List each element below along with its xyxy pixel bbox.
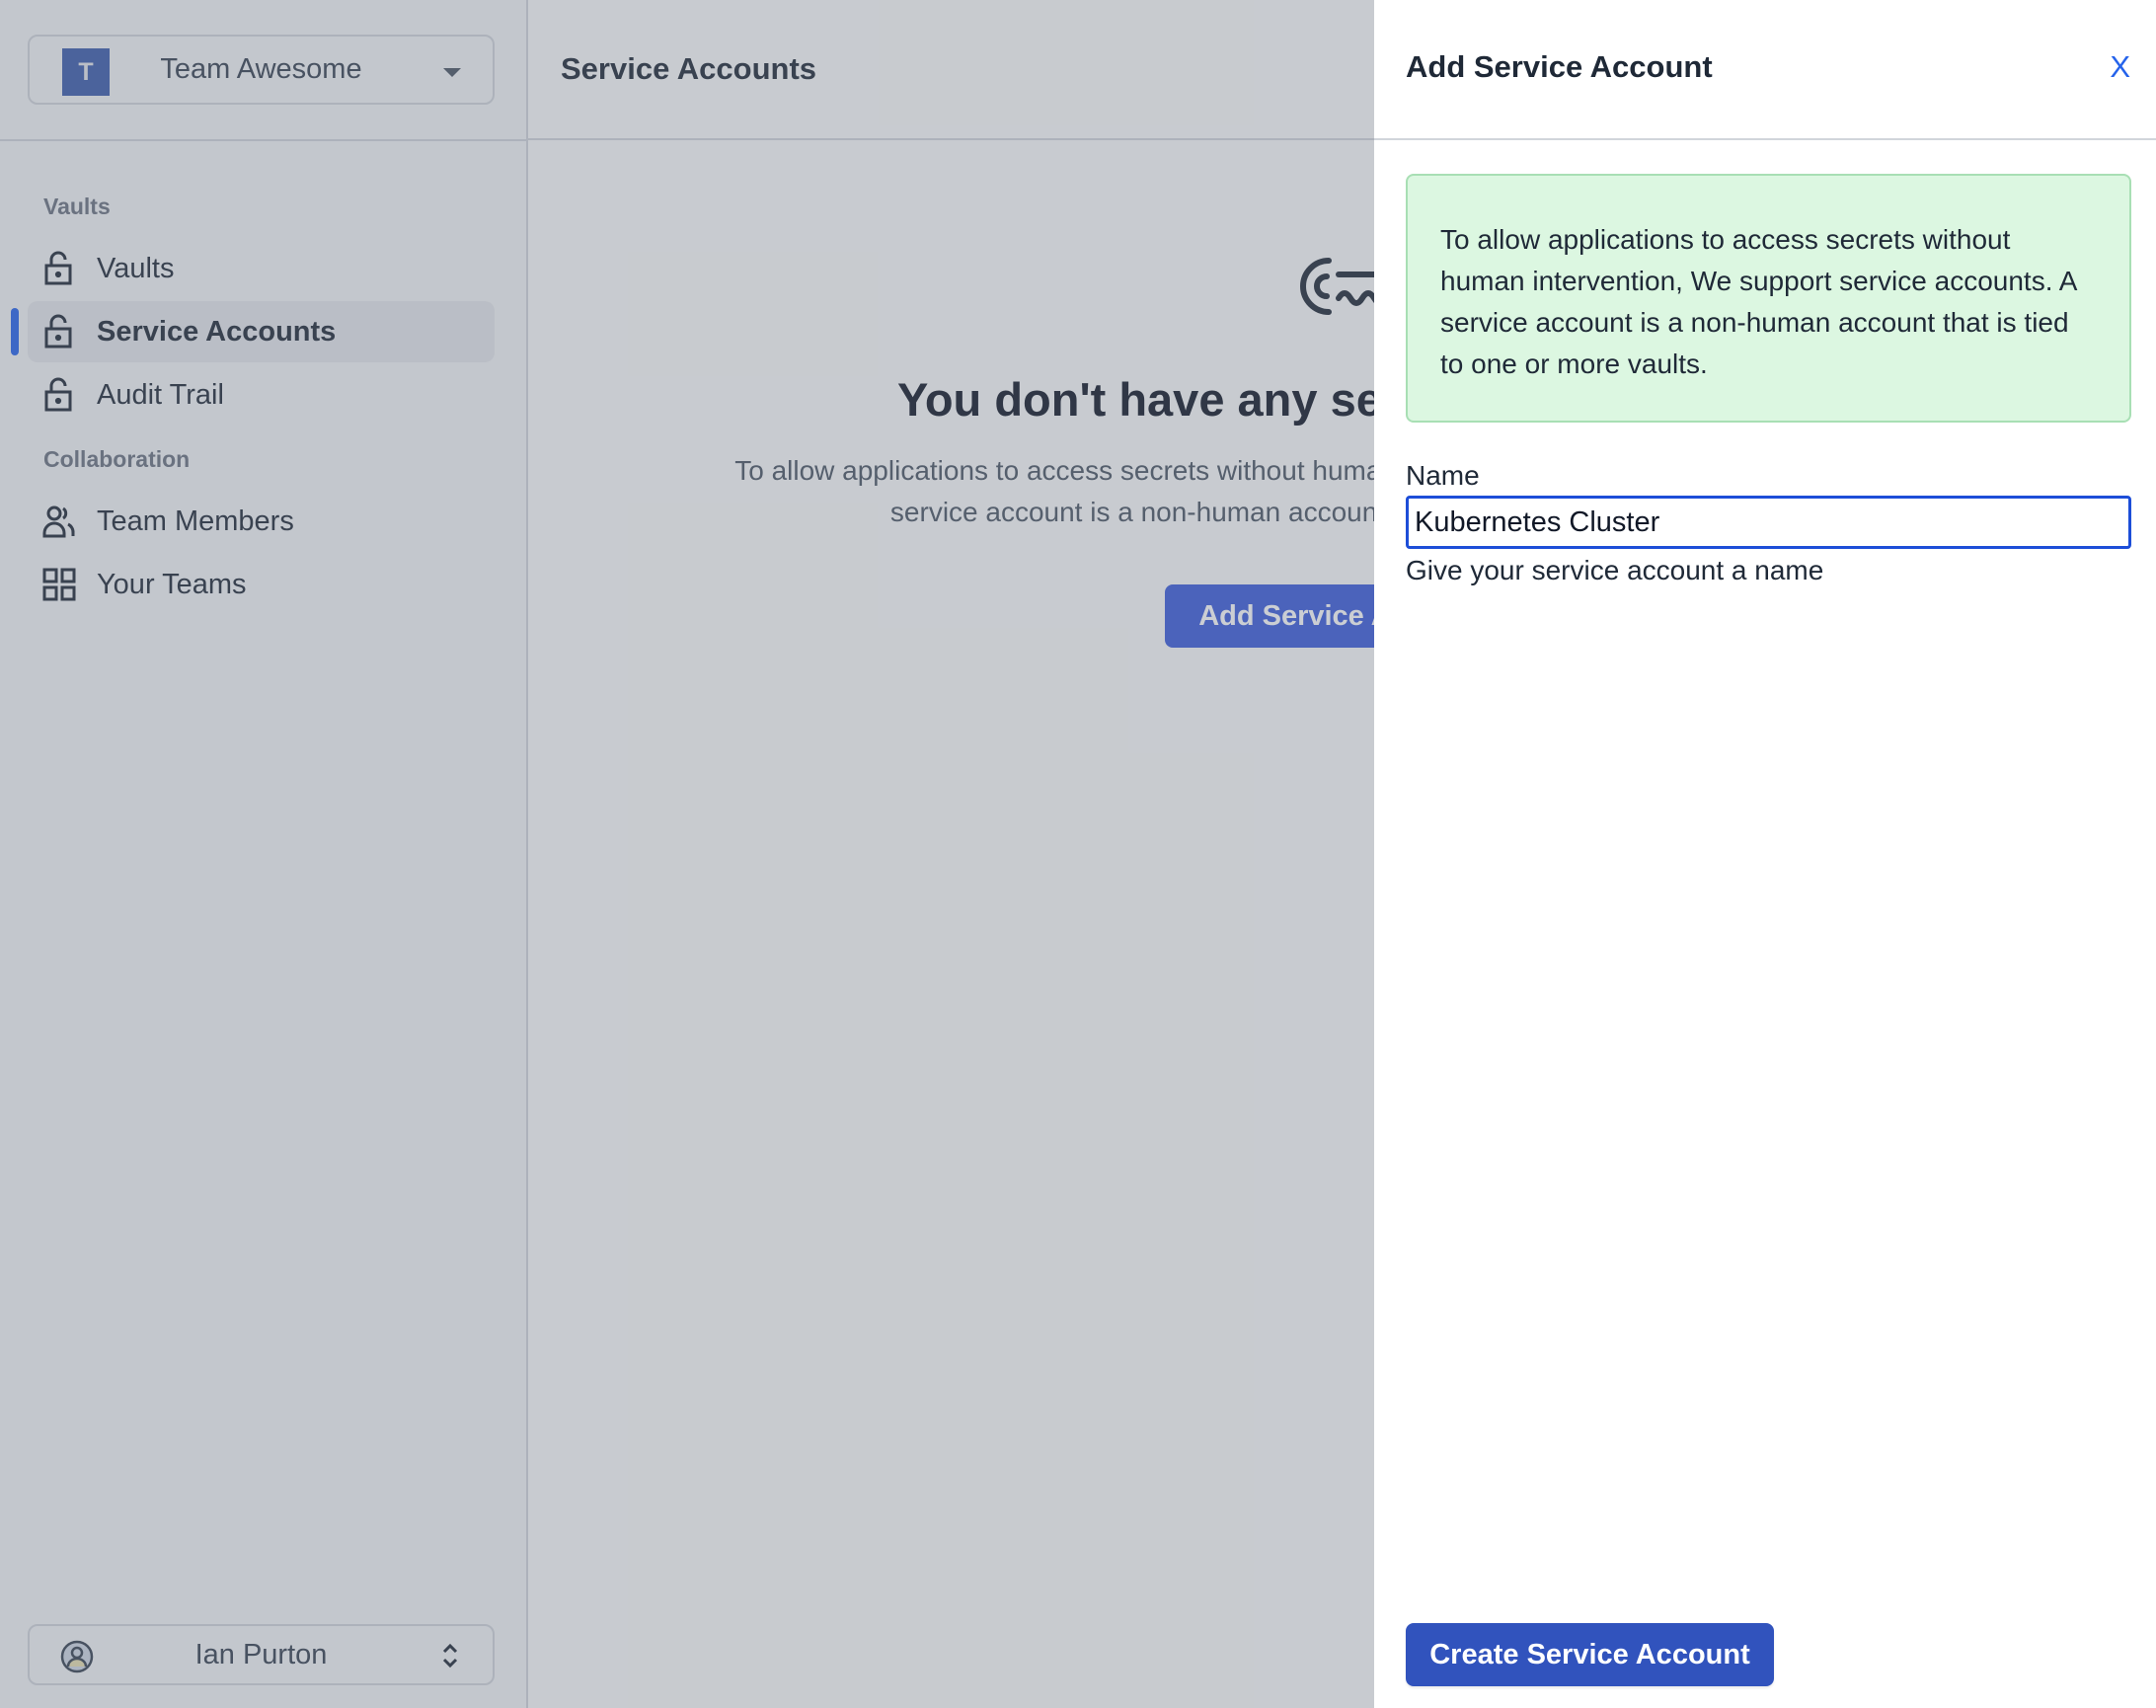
add-service-account-drawer: Add Service Account X To allow applicati…: [1374, 0, 2156, 1708]
name-help-text: Give your service account a name: [1406, 555, 1824, 585]
drawer-title: Add Service Account: [1406, 49, 1713, 84]
info-text: To allow applications to access secrets …: [1440, 224, 2076, 379]
name-label: Name: [1406, 460, 1480, 491]
name-input[interactable]: [1406, 496, 2131, 549]
modal-backdrop[interactable]: [0, 0, 1374, 1708]
create-service-account-button[interactable]: Create Service Account: [1406, 1623, 1774, 1686]
close-button[interactable]: X: [2110, 49, 2130, 85]
drawer-header: Add Service Account X: [1374, 0, 2156, 140]
info-alert: To allow applications to access secrets …: [1406, 174, 2131, 423]
